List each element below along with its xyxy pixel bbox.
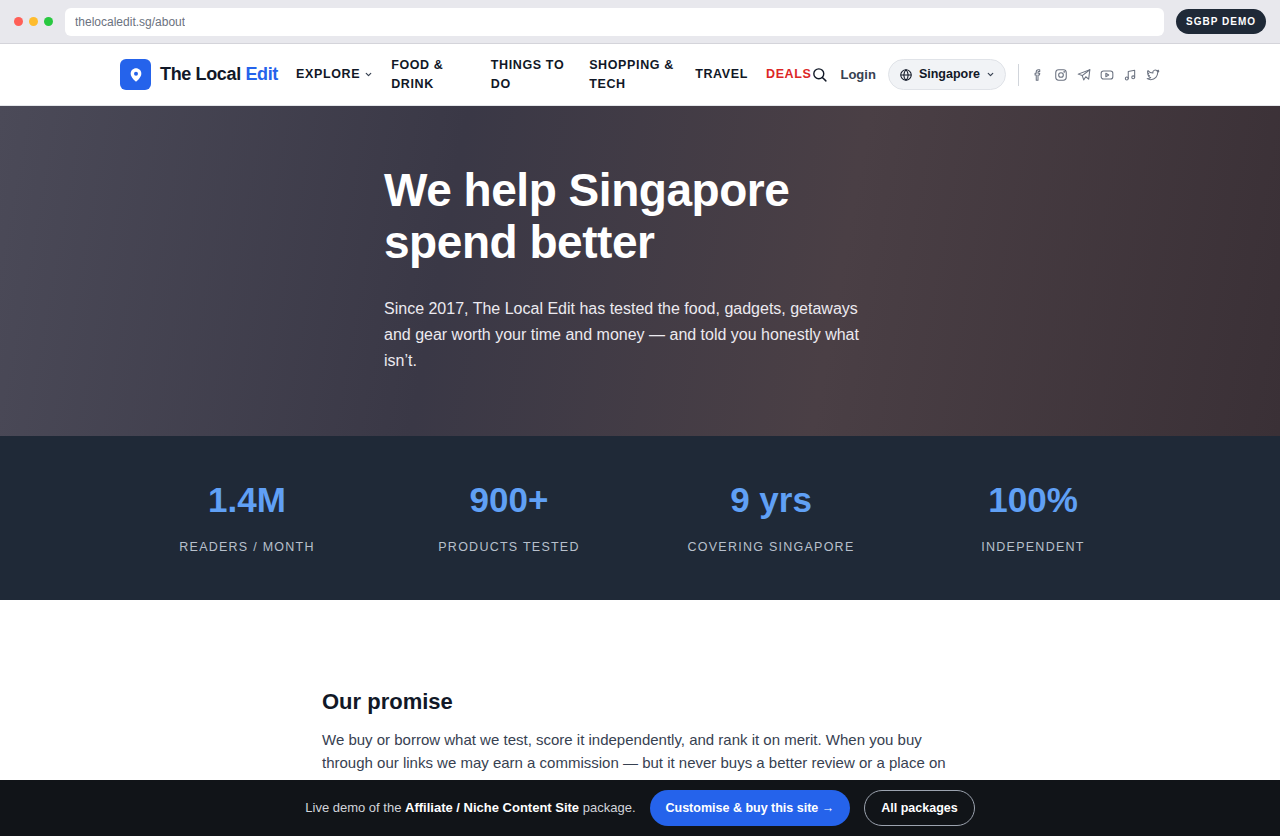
nav-bar: The Local Edit EXPLORE FOOD & DRINK THINGS … <box>120 44 1160 105</box>
browser-bar: thelocaledit.sg/about SGBP DEMO <box>0 0 1280 44</box>
logo-first: The Local <box>160 64 241 84</box>
logo-second: Edit <box>245 64 278 84</box>
nav-label: TRAVEL <box>695 65 748 84</box>
maximize-dot[interactable] <box>44 17 53 26</box>
stat-label: COVERING SINGAPORE <box>688 538 855 557</box>
main-menu: EXPLORE FOOD & DRINK THINGS TO DO SHOPPING … <box>296 56 811 94</box>
hero: We help Singapore spend better Since 2017… <box>0 106 1280 436</box>
stats-grid: 1.4M READERS / MONTH 900+ PRODUCTS TESTED 9 … <box>116 436 1164 600</box>
nav-item[interactable]: TRAVEL <box>695 65 748 84</box>
url-text: thelocaledit.sg/about <box>75 13 185 31</box>
tiktok-link[interactable] <box>1123 68 1137 82</box>
stat-value: 1.4M <box>208 480 286 520</box>
hero-content: We help Singapore spend better Since 2017… <box>384 106 896 374</box>
hero-title: We help Singapore spend better <box>384 164 896 268</box>
stat-label: INDEPENDENT <box>981 538 1084 557</box>
nav-label: FOOD & DRINK <box>391 56 473 94</box>
region-selector[interactable]: Singapore <box>888 59 1006 90</box>
facebook-link[interactable] <box>1031 68 1045 82</box>
stats-band: 1.4M READERS / MONTH 900+ PRODUCTS TESTED 9 … <box>0 436 1280 600</box>
package-name: Affiliate / Niche Content Site <box>405 800 579 815</box>
nav-item[interactable]: THINGS TO DO <box>491 56 571 94</box>
nav-item[interactable]: SHOPPING & TECH <box>589 56 677 94</box>
nav-label: DEALS <box>766 65 812 84</box>
youtube-icon <box>1100 68 1114 82</box>
search-icon <box>811 66 828 83</box>
twitter-link[interactable] <box>1146 68 1160 82</box>
facebook-icon <box>1031 68 1045 82</box>
site-logo[interactable]: The Local Edit <box>120 59 278 90</box>
instagram-link[interactable] <box>1054 68 1068 82</box>
social-links <box>1031 68 1160 82</box>
stat: 900+ PRODUCTS TESTED <box>378 436 640 600</box>
packages-button[interactable]: All packages <box>864 790 974 827</box>
window-controls <box>14 17 53 26</box>
chevron-down-icon <box>986 70 995 79</box>
demo-prefix: Live demo of the <box>305 800 401 815</box>
demo-bar: Live demo of the Affiliate / Niche Conte… <box>0 780 1280 836</box>
divider <box>1018 64 1019 86</box>
tiktok-icon <box>1123 68 1137 82</box>
region-label: Singapore <box>919 65 980 84</box>
hero-text: Since 2017, The Local Edit has tested th… <box>384 296 876 374</box>
promise-section: Our promiseWe buy or borrow what we test… <box>0 600 1280 797</box>
stat-value: 900+ <box>470 480 549 520</box>
nav-label: SHOPPING & TECH <box>589 56 677 94</box>
demo-message: Live demo of the Affiliate / Niche Conte… <box>305 798 635 818</box>
stat: 1.4M READERS / MONTH <box>116 436 378 600</box>
chevron-down-icon <box>364 70 373 79</box>
nav-actions: Login Singapore <box>811 59 1160 90</box>
stat: 9 yrs COVERING SINGAPORE <box>640 436 902 600</box>
demo-suffix: package. <box>583 800 636 815</box>
nav-label: EXPLORE <box>296 65 360 84</box>
twitter-icon <box>1146 68 1160 82</box>
nav-item[interactable]: DEALS <box>766 65 812 84</box>
stat-value: 9 yrs <box>730 480 812 520</box>
site-header: The Local Edit EXPLORE FOOD & DRINK THINGS … <box>0 44 1280 106</box>
close-dot[interactable] <box>14 17 23 26</box>
map-pin-icon <box>120 59 151 90</box>
telegram-link[interactable] <box>1077 68 1091 82</box>
demo-badge: SGBP DEMO <box>1176 9 1266 34</box>
stat-label: READERS / MONTH <box>179 538 314 557</box>
stat: 100% INDEPENDENT <box>902 436 1164 600</box>
nav-item[interactable]: EXPLORE <box>296 65 373 84</box>
logo-text: The Local Edit <box>160 61 278 88</box>
promise-title: Our promise <box>322 688 958 716</box>
instagram-icon <box>1054 68 1068 82</box>
youtube-link[interactable] <box>1100 68 1114 82</box>
address-bar[interactable]: thelocaledit.sg/about <box>65 8 1164 36</box>
minimize-dot[interactable] <box>29 17 38 26</box>
globe-icon <box>899 68 913 82</box>
login-link[interactable]: Login <box>840 65 875 85</box>
buy-button[interactable]: Customise & buy this site → <box>650 790 851 827</box>
nav-item[interactable]: FOOD & DRINK <box>391 56 473 94</box>
nav-label: THINGS TO DO <box>491 56 571 94</box>
stat-value: 100% <box>988 480 1078 520</box>
search-button[interactable] <box>811 66 828 83</box>
stat-label: PRODUCTS TESTED <box>438 538 579 557</box>
telegram-icon <box>1077 68 1091 82</box>
